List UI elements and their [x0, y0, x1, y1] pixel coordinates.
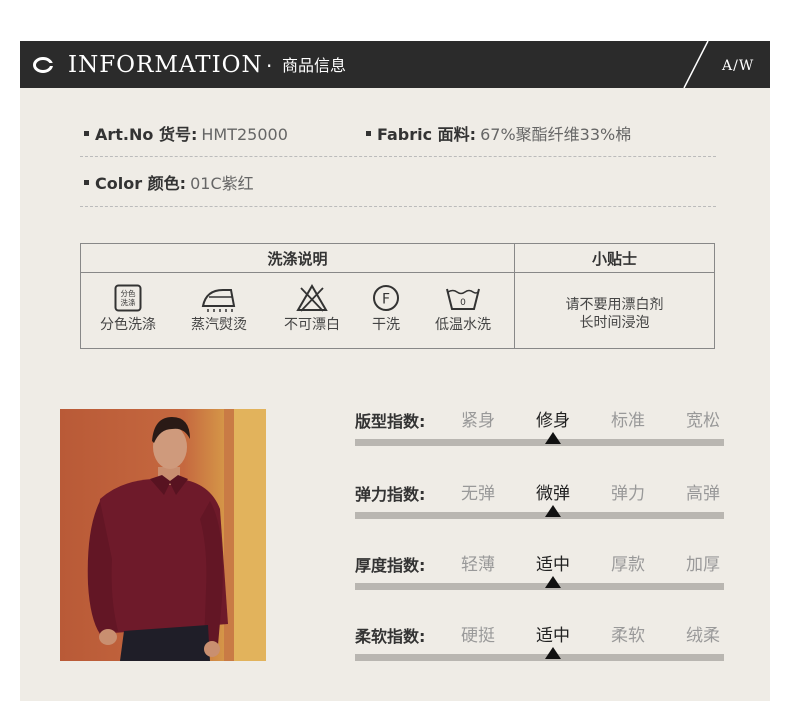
index-bar	[355, 583, 724, 590]
care-item-dry-clean: F 干洗	[358, 284, 414, 334]
index-bar	[355, 512, 724, 519]
index-title: 厚度指数:	[355, 556, 426, 575]
product-photo	[60, 409, 266, 661]
bullet	[84, 131, 89, 136]
index-option: 修身	[536, 411, 570, 431]
index-title: 版型指数:	[355, 412, 426, 431]
slash-divider	[683, 41, 709, 88]
spec-color: Color 颜色: 01C紫红	[84, 174, 254, 194]
care-item-steam-iron: 蒸汽熨烫	[184, 284, 254, 334]
section-header: INFORMATION · 商品信息 A/W	[20, 41, 770, 88]
index-marker	[545, 647, 561, 659]
care-label: 不可漂白	[284, 317, 340, 333]
index-option: 轻薄	[461, 555, 495, 575]
care-title: 洗涤说明	[267, 250, 328, 268]
index-option: 柔软	[611, 626, 645, 646]
index-option: 高弹	[686, 484, 720, 504]
index-marker	[545, 576, 561, 588]
spec-fabric: Fabric 面料: 67%聚酯纤维33%棉	[366, 125, 631, 145]
season-label: A/W	[722, 58, 755, 74]
care-item-low-temp-wash: 0 低温水洗	[427, 284, 499, 334]
index-option: 加厚	[686, 555, 720, 575]
icon-text: F	[382, 292, 390, 308]
brand-logo-icon	[33, 57, 53, 73]
index-bar	[355, 439, 724, 446]
steam-iron-icon	[201, 289, 236, 312]
tip-line: 请不要用漂白剂	[565, 297, 664, 313]
header-title: INFORMATION	[68, 52, 263, 78]
index-title: 弹力指数:	[355, 485, 426, 504]
index-option: 微弹	[536, 484, 570, 504]
icon-text: 0	[460, 298, 466, 308]
index-option: 紧身	[461, 411, 495, 431]
index-option: 宽松	[686, 411, 720, 431]
index-option: 弹力	[611, 484, 645, 504]
separate-wash-icon: 分色 洗涤	[114, 284, 142, 312]
header-separator: ·	[266, 54, 273, 78]
care-item-no-bleach: 不可漂白	[277, 284, 347, 334]
index-option: 绒柔	[686, 626, 720, 646]
care-item-separate-wash: 分色 洗涤 分色洗涤	[93, 284, 163, 334]
index-option: 无弹	[461, 484, 495, 504]
bullet	[366, 131, 371, 136]
dashed-divider	[80, 156, 716, 157]
spec-label: Fabric 面料:	[377, 125, 477, 144]
index-option: 硬挺	[461, 626, 495, 646]
spec-label: Color 颜色:	[95, 174, 187, 193]
tips-title: 小贴士	[591, 250, 637, 268]
spec-value: 01C紫红	[190, 174, 254, 193]
icon-text: 分色	[121, 288, 136, 298]
index-option: 标准	[611, 411, 645, 431]
bullet	[84, 180, 89, 185]
care-table: 洗涤说明 小贴士 分色 洗涤 分色洗涤 蒸汽熨烫 不可漂白 F 干洗 0 低温水…	[80, 243, 715, 349]
icon-text: 洗涤	[121, 297, 136, 307]
spec-label: Art.No 货号:	[95, 125, 198, 144]
model-illustration	[87, 409, 266, 661]
index-marker	[545, 432, 561, 444]
header-subtitle: 商品信息	[282, 56, 347, 75]
tip-line: 长时间浸泡	[579, 315, 650, 331]
care-tip: 请不要用漂白剂 长时间浸泡	[515, 296, 714, 332]
no-bleach-icon	[296, 284, 328, 312]
spec-value: 67%聚酯纤维33%棉	[480, 125, 632, 144]
index-option: 适中	[536, 555, 570, 575]
spec-value: HMT25000	[201, 125, 288, 144]
care-label: 低温水洗	[435, 317, 491, 333]
index-option: 厚款	[611, 555, 645, 575]
dry-clean-icon: F	[373, 285, 399, 311]
spec-art-no: Art.No 货号: HMT25000	[84, 125, 288, 145]
care-label: 分色洗涤	[100, 317, 156, 333]
low-temp-wash-icon: 0	[446, 288, 480, 310]
index-option: 适中	[536, 626, 570, 646]
index-bar	[355, 654, 724, 661]
index-marker	[545, 505, 561, 517]
care-label: 蒸汽熨烫	[191, 317, 247, 333]
index-title: 柔软指数:	[355, 627, 426, 646]
care-label: 干洗	[372, 317, 400, 333]
dashed-divider	[80, 206, 716, 207]
